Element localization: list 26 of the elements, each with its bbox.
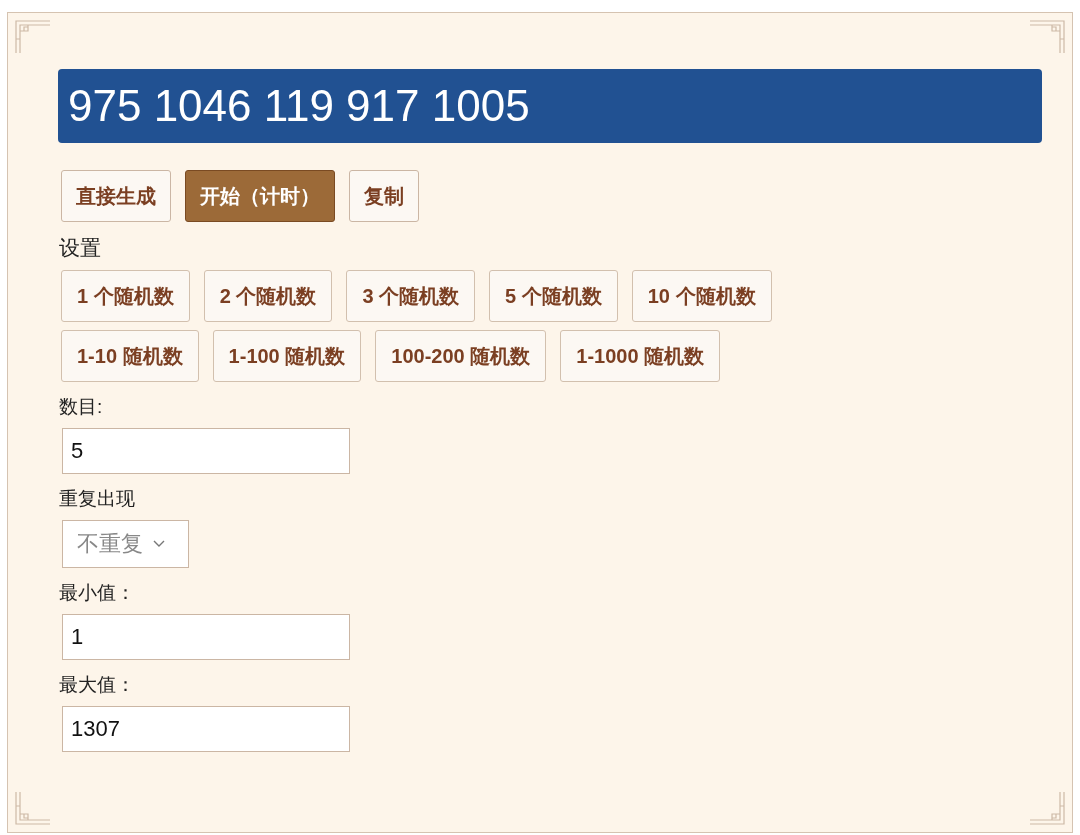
preset-button[interactable]: 5 个随机数 (489, 270, 618, 322)
preset-button[interactable]: 100-200 随机数 (375, 330, 547, 382)
corner-ornament-icon (1030, 19, 1066, 55)
field-label: 最小值： (59, 581, 135, 605)
preset-button[interactable]: 1-1000 随机数 (560, 330, 721, 382)
field-label: 最大值： (59, 673, 135, 697)
chevron-down-icon (153, 540, 165, 548)
preset-button[interactable]: 1 个随机数 (61, 270, 190, 322)
preset-button[interactable]: 2 个随机数 (203, 270, 333, 322)
input-field[interactable]: 1307 (62, 706, 350, 752)
preset-button[interactable]: 1-10 随机数 (61, 330, 199, 382)
input-field[interactable]: 1 (62, 614, 350, 660)
corner-ornament-icon (1030, 790, 1066, 826)
settings-title: 设置 (59, 235, 102, 261)
input-field[interactable]: 5 (62, 428, 350, 474)
corner-ornament-icon (14, 790, 50, 826)
action-button[interactable]: 开始（计时） (185, 170, 335, 222)
action-button[interactable]: 直接生成 (61, 170, 171, 222)
field-label: 重复出现 (59, 487, 135, 511)
preset-button[interactable]: 3 个随机数 (346, 270, 476, 322)
action-button[interactable]: 复制 (349, 170, 419, 222)
preset-button[interactable]: 1-100 随机数 (212, 330, 362, 382)
field-label: 数目: (59, 395, 103, 419)
corner-ornament-icon (14, 19, 50, 55)
result-display: 975 1046 119 917 1005 (58, 69, 1042, 143)
preset-button[interactable]: 10 个随机数 (631, 270, 772, 322)
